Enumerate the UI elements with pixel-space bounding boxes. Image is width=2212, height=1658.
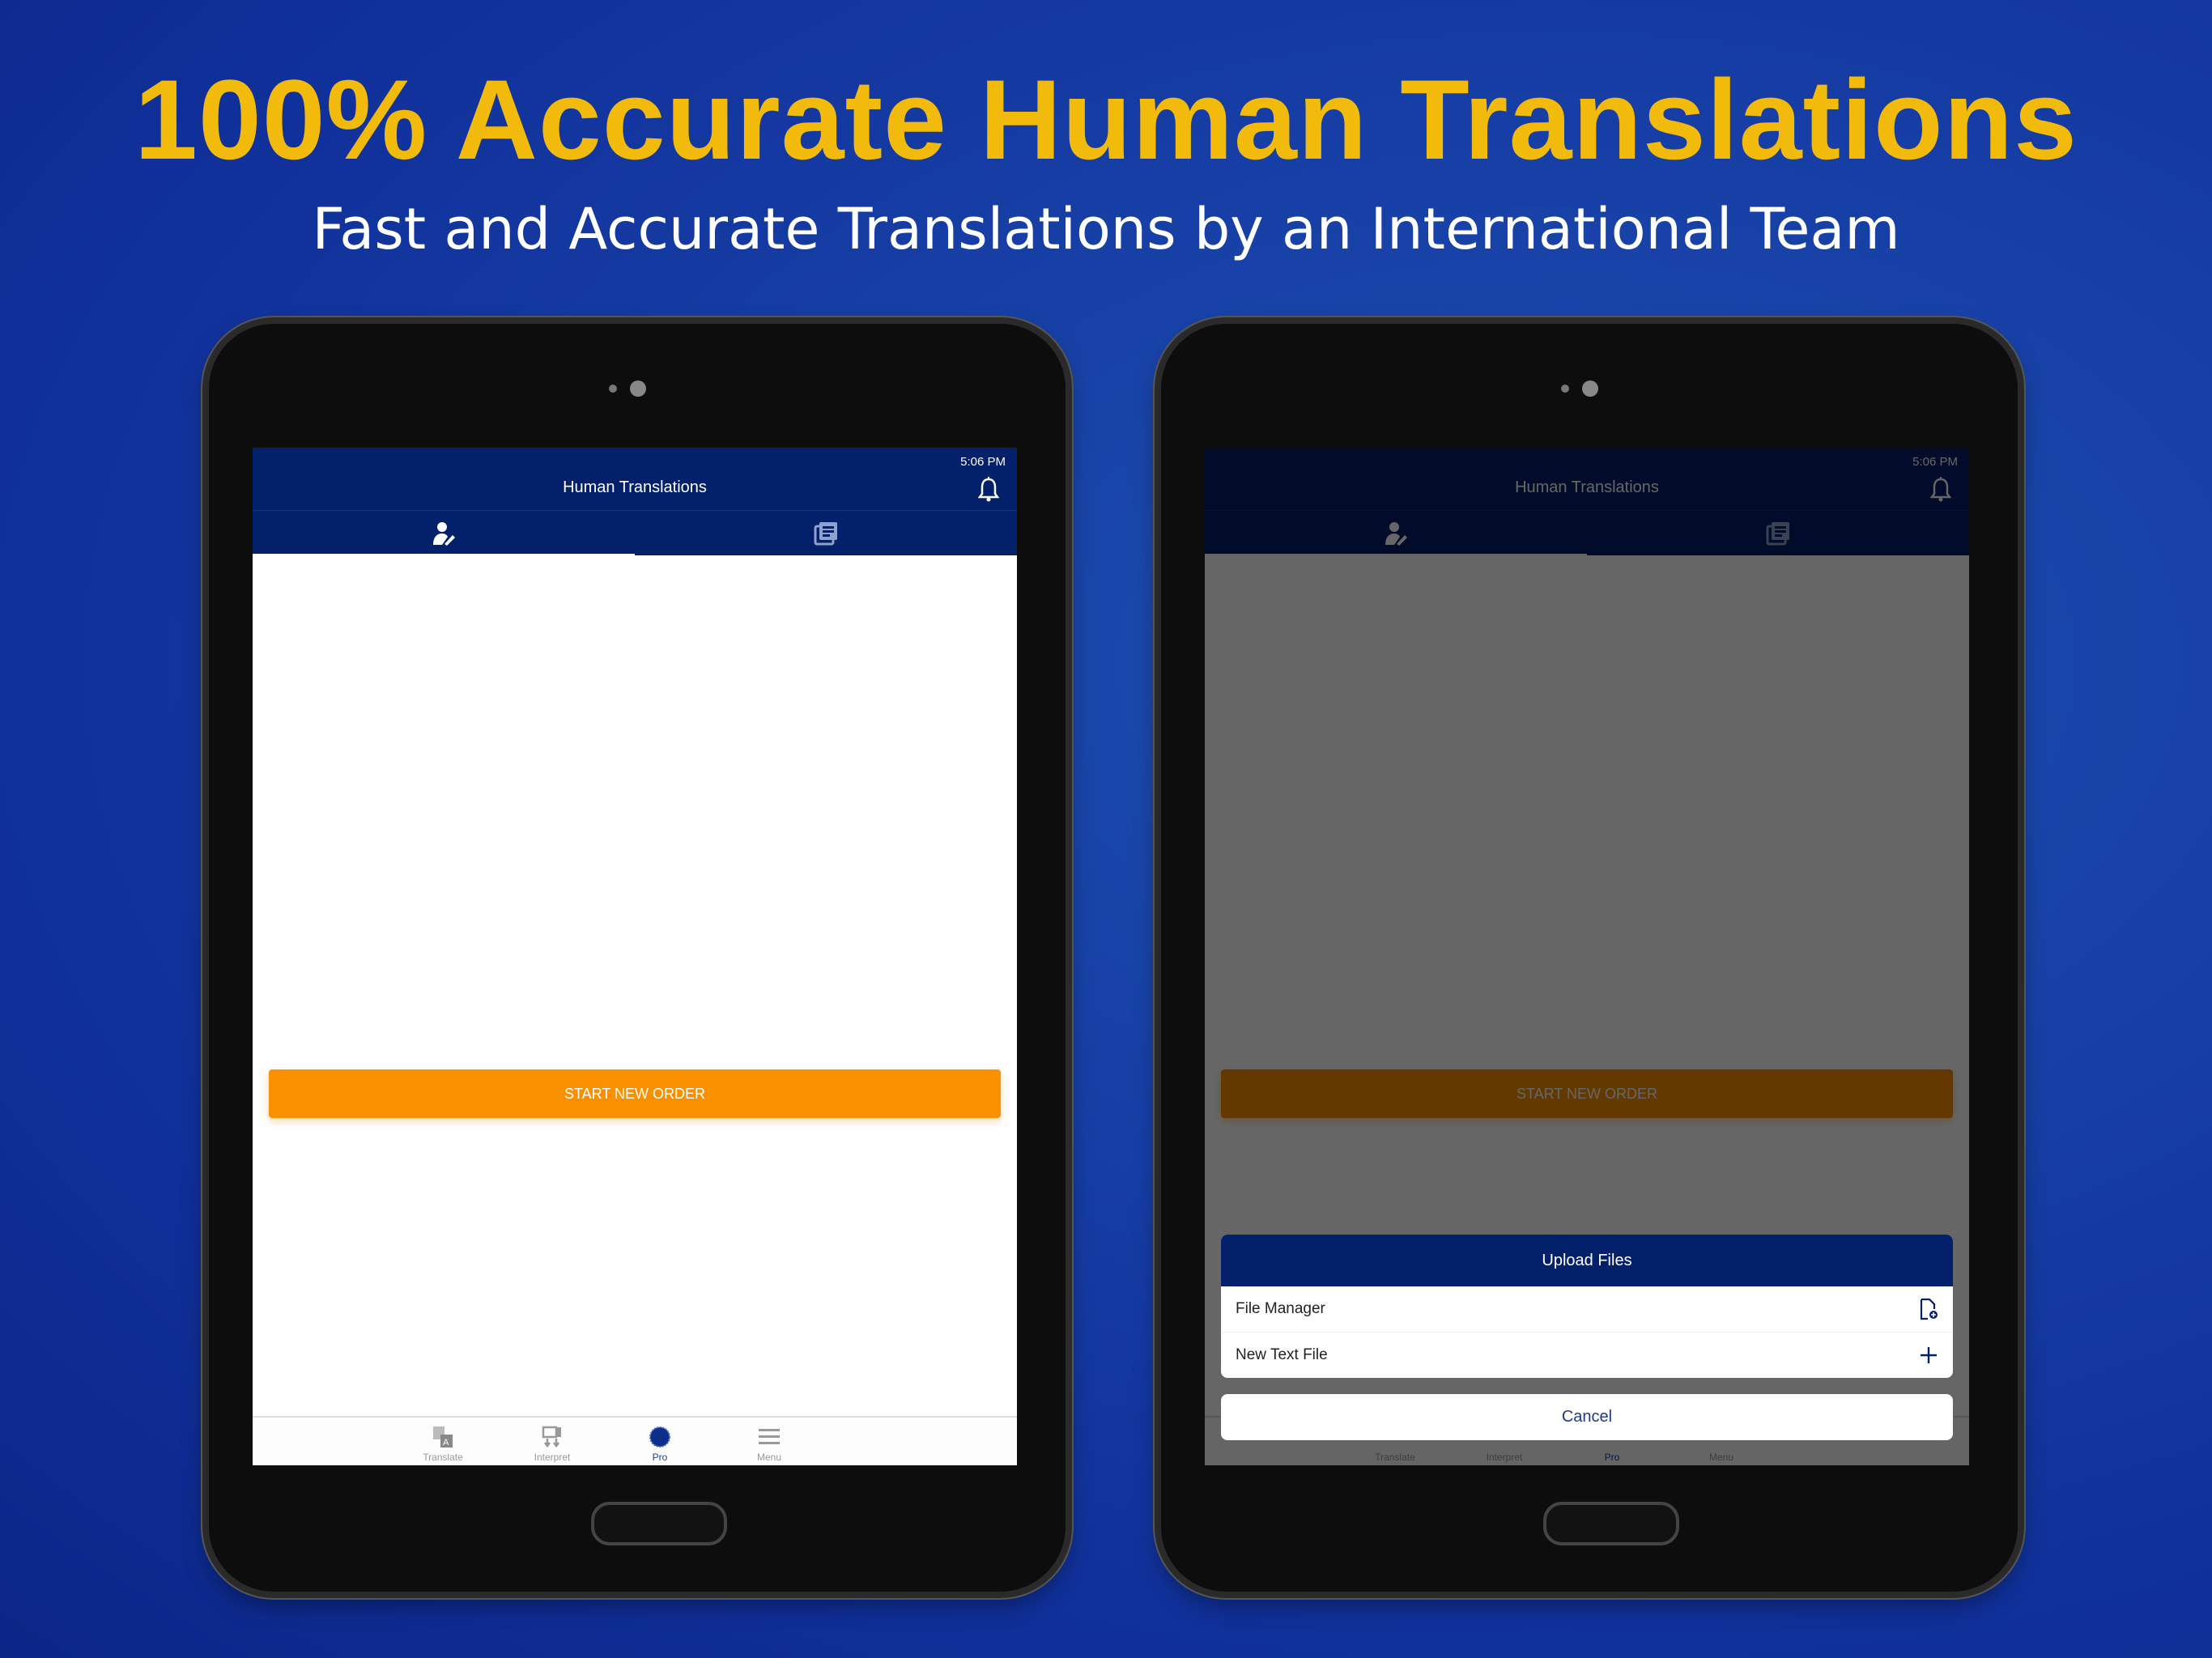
- home-button[interactable]: [591, 1502, 727, 1545]
- nav-label-interpret: Interpret: [534, 1452, 571, 1463]
- start-new-order-button[interactable]: START NEW ORDER: [269, 1069, 1001, 1118]
- app-screen-left: 5:06 PM Human Translations START NEW ORD…: [253, 448, 1017, 1465]
- plus-icon: [1921, 1347, 1937, 1363]
- cancel-button[interactable]: Cancel: [1221, 1394, 1953, 1440]
- bottom-nav: A Translate Interpret Pro Menu: [253, 1416, 1017, 1465]
- camera-lens-icon: [630, 380, 646, 397]
- nav-item-menu[interactable]: Menu: [737, 1418, 802, 1465]
- app-screen-right: 5:06 PM Human Translations: [1205, 448, 1969, 1465]
- tab-orders[interactable]: [635, 511, 1017, 556]
- option-label: File Manager: [1236, 1300, 1325, 1317]
- nav-label-menu: Menu: [756, 1452, 782, 1463]
- camera-sensor-icon: [609, 385, 617, 393]
- tab-bar: [253, 510, 1017, 557]
- pro-badge-icon: [649, 1426, 670, 1448]
- file-add-icon: [1920, 1298, 1938, 1320]
- app-header: 5:06 PM Human Translations: [253, 448, 1017, 510]
- home-button[interactable]: [1543, 1502, 1679, 1545]
- sheet-title: Upload Files: [1221, 1235, 1953, 1286]
- menu-icon: [759, 1429, 780, 1444]
- svg-text:A: A: [443, 1438, 449, 1448]
- app-title: Human Translations: [563, 478, 707, 496]
- camera-lens-icon: [1582, 380, 1598, 397]
- camera-sensor-icon: [1561, 385, 1569, 393]
- status-time: 5:06 PM: [960, 455, 1006, 469]
- documents-list-icon: [814, 522, 837, 546]
- option-label: New Text File: [1236, 1346, 1328, 1363]
- option-file-manager[interactable]: File Manager: [1221, 1286, 1953, 1332]
- nav-item-translate[interactable]: A Translate: [410, 1418, 475, 1465]
- tab-translator[interactable]: [253, 511, 635, 556]
- interpret-icon: [542, 1426, 561, 1448]
- nav-label-translate: Translate: [423, 1452, 463, 1463]
- nav-label-pro: Pro: [652, 1452, 668, 1463]
- content-area: START NEW ORDER: [253, 555, 1017, 1418]
- headline: 100% Accurate Human Translations: [134, 56, 2078, 183]
- nav-item-interpret[interactable]: Interpret: [520, 1418, 585, 1465]
- bell-icon[interactable]: [978, 477, 999, 503]
- nav-item-pro[interactable]: Pro: [627, 1418, 692, 1465]
- subheadline: Fast and Accurate Translations by an Int…: [312, 196, 1900, 262]
- translate-icon: A: [433, 1426, 453, 1448]
- translator-person-icon: [433, 522, 455, 546]
- upload-files-sheet: Upload Files File Manager New Text File: [1221, 1235, 1953, 1378]
- option-new-text-file[interactable]: New Text File: [1221, 1332, 1953, 1378]
